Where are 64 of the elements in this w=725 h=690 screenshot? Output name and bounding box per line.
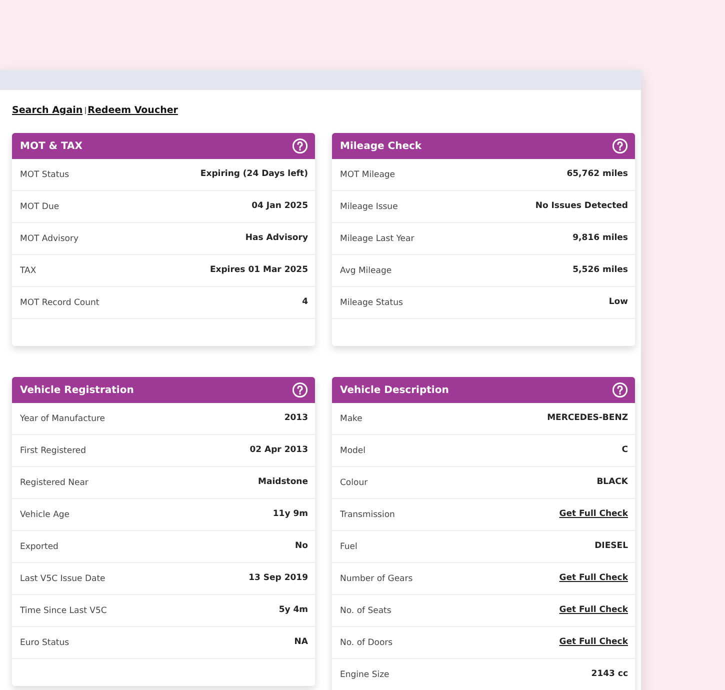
- card-title: Vehicle Description: [340, 384, 449, 398]
- field-label: Avg Mileage: [340, 265, 392, 278]
- field-value: NA: [294, 636, 308, 650]
- field-value: 2143 cc: [591, 668, 628, 682]
- field-value: No Issues Detected: [535, 200, 628, 214]
- field-label: MOT Mileage: [340, 169, 396, 182]
- field-label: Colour: [340, 477, 368, 490]
- field-label: MOT Status: [20, 169, 70, 182]
- field-label: Euro Status: [20, 637, 70, 650]
- field-value: No: [295, 540, 308, 554]
- field-label: Make: [340, 413, 362, 426]
- field-label: Fuel: [340, 541, 358, 554]
- field-value: 9,816 miles: [572, 232, 628, 246]
- field-label: MOT Due: [20, 201, 60, 214]
- field-value: 13 Sep 2019: [248, 572, 308, 586]
- field-label: Last V5C Issue Date: [20, 573, 106, 586]
- nav-link[interactable]: Redeem Voucher: [88, 105, 178, 116]
- field-label: Number of Gears: [340, 573, 413, 586]
- field-value: DIESEL: [594, 540, 628, 554]
- field-value: 5y 4m: [278, 604, 308, 618]
- help-icon[interactable]: [612, 138, 628, 154]
- field-value: 65,762 miles: [566, 168, 628, 182]
- field-label: Year of Manufacture: [20, 413, 106, 426]
- full-check-link[interactable]: Get Full Check: [559, 563, 628, 594]
- field-value: C: [622, 444, 628, 458]
- field-label: TAX: [20, 265, 36, 278]
- field-value: 02 Apr 2013: [250, 444, 308, 458]
- field-label: First Registered: [20, 445, 86, 458]
- field-value: Expiring (24 Days left): [200, 168, 308, 182]
- field-value: 04 Jan 2025: [252, 200, 308, 214]
- help-icon[interactable]: [612, 382, 628, 398]
- field-value: 2013: [284, 412, 308, 426]
- full-check-link[interactable]: Get Full Check: [559, 627, 628, 658]
- field-value: Expires 01 Mar 2025: [210, 264, 308, 278]
- field-label: MOT Advisory: [20, 233, 79, 246]
- card-title: Vehicle Registration: [20, 384, 134, 398]
- card-title: Mileage Check: [340, 140, 422, 154]
- field-label: Mileage Issue: [340, 201, 398, 214]
- field-value: 4: [302, 296, 308, 310]
- field-label: Registered Near: [20, 477, 88, 490]
- field-value: Maidstone: [258, 476, 308, 490]
- help-icon[interactable]: [292, 138, 308, 154]
- field-label: MOT Record Count: [20, 297, 100, 310]
- field-label: Mileage Last Year: [340, 233, 414, 246]
- field-label: No. of Doors: [340, 637, 393, 650]
- nav-link[interactable]: Search Again: [12, 105, 83, 116]
- card-title: MOT & TAX: [20, 140, 82, 154]
- field-label: Transmission: [340, 509, 395, 522]
- field-label: Mileage Status: [340, 297, 403, 310]
- help-icon[interactable]: [292, 382, 308, 398]
- field-value: 11y 9m: [272, 508, 308, 522]
- full-check-link[interactable]: Get Full Check: [559, 595, 628, 626]
- field-value: Has Advisory: [245, 232, 308, 246]
- field-label: No. of Seats: [340, 605, 392, 618]
- field-label: Model: [340, 445, 366, 458]
- field-label: Vehicle Age: [20, 509, 70, 522]
- field-label: Time Since Last V5C: [20, 605, 107, 618]
- field-value: BLACK: [596, 476, 628, 490]
- field-label: Engine Size: [340, 669, 390, 682]
- full-check-link[interactable]: Get Full Check: [559, 499, 628, 530]
- field-value: 5,526 miles: [572, 264, 628, 278]
- field-label: Exported: [20, 541, 58, 554]
- field-value: MERCEDES-BENZ: [547, 412, 628, 426]
- field-value: Low: [608, 296, 628, 310]
